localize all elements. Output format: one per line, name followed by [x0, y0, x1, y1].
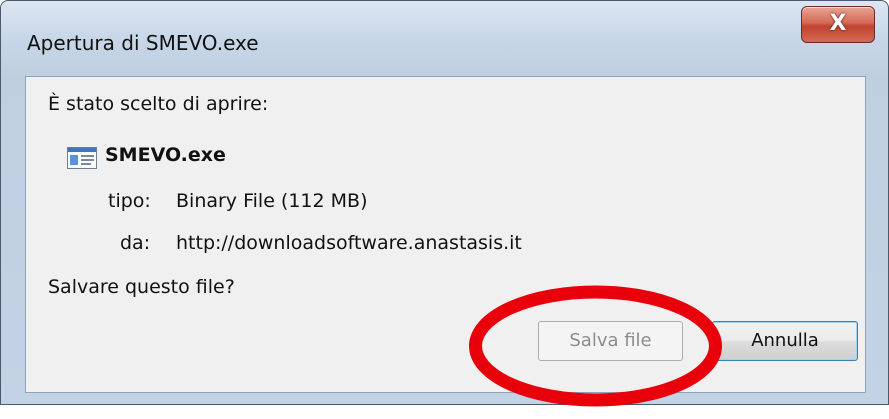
save-file-button[interactable]: Salva file [538, 321, 683, 361]
type-value: Binary File (112 MB) [176, 190, 368, 212]
source-url: http://downloadsoftware.anastasis.it [176, 232, 522, 254]
save-question: Salvare questo file? [48, 276, 235, 298]
cancel-button[interactable]: Annulla [712, 321, 858, 361]
close-icon: X [829, 11, 847, 36]
close-button[interactable]: X [801, 6, 875, 43]
dialog-content: È stato scelto di aprire: SMEVO.exe tipo… [25, 76, 866, 393]
type-label: tipo: [108, 190, 151, 212]
file-name: SMEVO.exe [105, 144, 226, 166]
window-title: Apertura di SMEVO.exe [27, 31, 259, 55]
application-window-icon [67, 147, 97, 169]
download-dialog-window: Apertura di SMEVO.exe X È stato scelto d… [0, 0, 889, 405]
title-bar[interactable]: Apertura di SMEVO.exe X [1, 1, 888, 73]
prompt-text: È stato scelto di aprire: [48, 93, 269, 115]
source-label: da: [120, 232, 151, 254]
